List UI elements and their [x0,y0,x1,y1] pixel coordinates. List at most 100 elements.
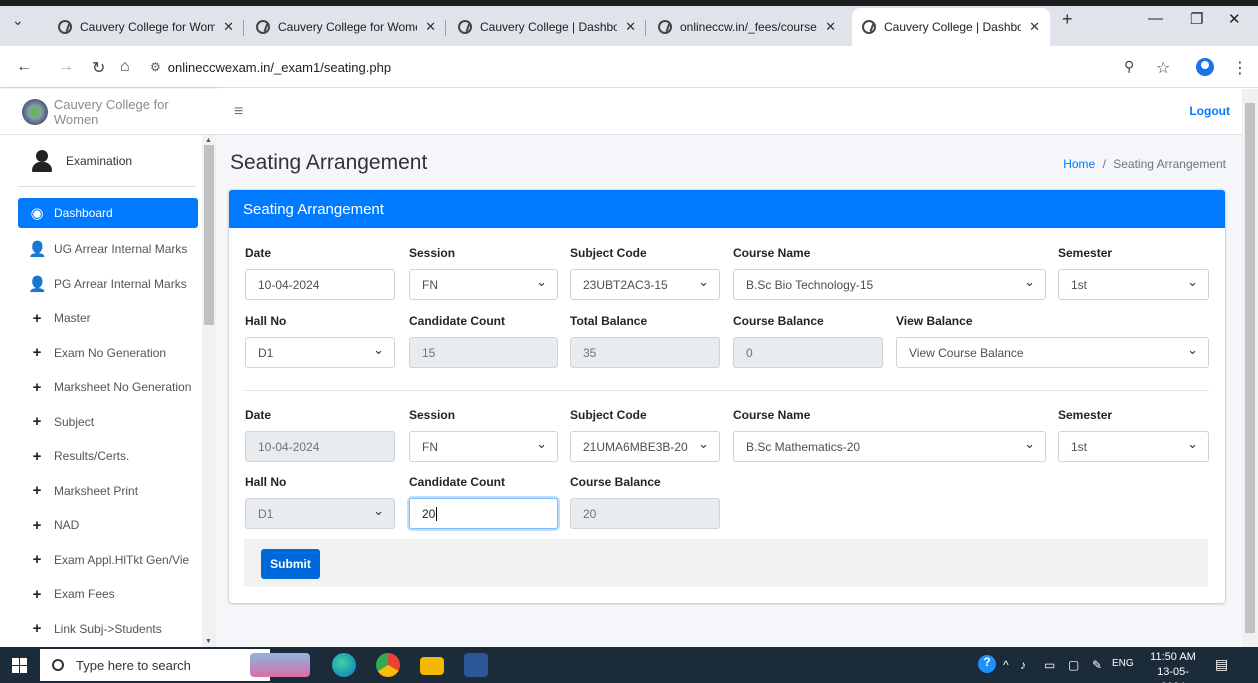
page-scrollbar[interactable] [1242,89,1258,647]
hall-no-select[interactable]: D1 [245,337,395,368]
pen-icon[interactable]: ✎ [1092,658,1102,672]
sidebar-item-marksheet-no-generation[interactable]: + Marksheet No Generation [18,370,198,405]
text-caret [436,506,438,521]
volume-icon[interactable]: ♪ [1020,658,1026,672]
scroll-up-icon[interactable]: ▲ [205,137,212,144]
date-field[interactable]: 10-04-2024 [245,269,395,300]
sidebar-item-nad[interactable]: + NAD [18,508,198,543]
file-explorer-icon[interactable] [420,657,444,675]
network-icon[interactable]: ▢ [1068,658,1079,672]
clock-date: 13-05-2024 [1157,666,1189,683]
browser-menu-icon[interactable]: ⋮ [1232,58,1248,78]
sidebar-scrollbar[interactable]: ▲ ▼ [202,135,216,647]
subject-code-select[interactable]: 21UMA6MBE3B-20 [570,431,720,462]
taskbar-search[interactable]: Type here to search [40,649,270,681]
close-tab-icon[interactable]: ✕ [1029,19,1040,35]
session-select[interactable]: FN [409,269,558,300]
close-tab-icon[interactable]: ✕ [825,19,836,35]
sidebar-item-pg-arrear[interactable]: 👤 PG Arrear Internal Marks [18,267,198,302]
scrollbar-thumb[interactable] [1245,103,1255,633]
sidebar-item-exam-fees[interactable]: + Exam Fees [18,577,198,612]
browser-tab[interactable]: Cauvery College | Dashboard ✕ [448,8,646,46]
view-balance-select[interactable]: View Course Balance [896,337,1209,368]
hamburger-menu-icon[interactable]: ≡ [234,103,243,121]
system-clock[interactable]: 11:50 AM 13-05-2024 [1145,650,1201,683]
site-settings-icon[interactable]: ⚙ [150,60,161,74]
course-name-label: Course Name [733,246,811,260]
sidebar-item-label: NAD [54,518,80,533]
home-icon[interactable]: ⌂ [120,58,130,76]
windows-start-icon[interactable] [12,658,27,673]
logout-link[interactable]: Logout [1189,104,1230,118]
sidebar-item-exam-appl[interactable]: + Exam Appl.HlTkt Gen/Vie [18,543,198,578]
chrome-browser-icon[interactable] [376,653,400,677]
course-name-select[interactable]: B.Sc Mathematics-20 [733,431,1046,462]
sidebar-item-subject[interactable]: + Subject [18,405,198,440]
plus-icon: + [32,413,42,431]
browser-tab-active[interactable]: Cauvery College | Dashboard ✕ [852,8,1050,46]
sidebar: Cauvery College for Women Examination ▲ … [0,89,216,647]
forward-icon[interactable]: → [58,58,74,76]
new-tab-icon[interactable]: + [1062,9,1073,30]
user-plus-icon: 👤 [28,241,47,259]
profile-icon[interactable] [1196,58,1214,76]
show-hidden-icons[interactable]: ^ [1003,658,1009,672]
plus-icon: + [32,309,42,327]
sidebar-item-master[interactable]: + Master [18,301,198,336]
sidebar-item-label: Results/Certs. [54,449,130,464]
candidate-count-input[interactable]: 20 [409,498,558,529]
scroll-down-icon[interactable]: ▼ [205,638,212,645]
browser-tab[interactable]: onlineccw.in/_fees/courseba ✕ [648,8,846,46]
close-tab-icon[interactable]: ✕ [425,19,436,35]
notification-icon[interactable]: ▤ [1215,656,1228,673]
browser-tab[interactable]: Cauvery College for Women ✕ [246,8,446,46]
battery-icon[interactable]: ▭ [1044,658,1055,672]
semester-value: 1st [1071,277,1088,292]
language-indicator[interactable]: ENG [1112,658,1134,669]
minimize-icon[interactable]: — [1148,10,1163,27]
reload-icon[interactable]: ↻ [92,58,105,78]
sidebar-item-results[interactable]: + Results/Certs. [18,439,198,474]
college-logo [22,98,48,125]
restore-icon[interactable]: ❐ [1190,10,1203,28]
sidebar-item-exam-no-generation[interactable]: + Exam No Generation [18,336,198,371]
hall-no-select[interactable]: D1 [245,498,395,529]
close-tab-icon[interactable]: ✕ [223,19,234,35]
sidebar-item-link-subj[interactable]: + Link Subj->Students [18,612,198,647]
submit-button[interactable]: Submit [261,549,320,579]
sidebar-item-label: Dashboard [54,206,113,220]
total-balance-field: 35 [570,337,720,368]
brand[interactable]: Cauvery College for Women [0,89,216,135]
help-icon[interactable]: ? [978,655,996,673]
bookmark-star-icon[interactable]: ☆ [1156,58,1170,78]
semester-select[interactable]: 1st [1058,269,1209,300]
candidate-count-label: Candidate Count [409,314,505,328]
close-window-icon[interactable]: ✕ [1228,10,1241,28]
sidebar-item-dashboard[interactable]: ◉ Dashboard [18,198,198,228]
url-field[interactable]: ⚙ onlineccwexam.in/_exam1/seating.php [150,53,1150,81]
tab-title: Cauvery College | Dashboard [480,20,618,34]
subject-code-label: Subject Code [570,408,647,422]
tab-search-chevron-icon[interactable]: ⌄ [12,12,24,29]
address-bar: ← → ↻ ⌂ ⚙ onlineccwexam.in/_exam1/seatin… [0,46,1258,88]
sidebar-item-marksheet-print[interactable]: + Marksheet Print [18,474,198,509]
back-icon[interactable]: ← [16,58,32,76]
tab-title: onlineccw.in/_fees/courseba [680,20,818,34]
seating-card: Seating Arrangement Date Session Subject… [229,190,1225,603]
browser-tab[interactable]: Cauvery College for Women ✕ [48,8,244,46]
session-select[interactable]: FN [409,431,558,462]
edge-browser-icon[interactable] [332,653,356,677]
scrollbar-thumb[interactable] [204,145,214,325]
section-divider [245,390,1209,391]
word-app-icon[interactable] [464,653,488,677]
sidebar-item-ug-arrear[interactable]: 👤 UG Arrear Internal Marks [18,232,198,267]
subject-code-select[interactable]: 23UBT2AC3-15 [570,269,720,300]
course-name-select[interactable]: B.Sc Bio Technology-15 [733,269,1046,300]
close-tab-icon[interactable]: ✕ [625,19,636,35]
breadcrumb-home[interactable]: Home [1063,157,1095,171]
taskbar: Type here to search ? ^ ♪ ▭ ▢ ✎ ENG 11:5… [0,647,1258,683]
widgets-icon[interactable] [250,653,310,677]
user-panel[interactable]: Examination [18,135,196,187]
zoom-icon[interactable]: ⚲ [1124,58,1134,75]
semester-select[interactable]: 1st [1058,431,1209,462]
